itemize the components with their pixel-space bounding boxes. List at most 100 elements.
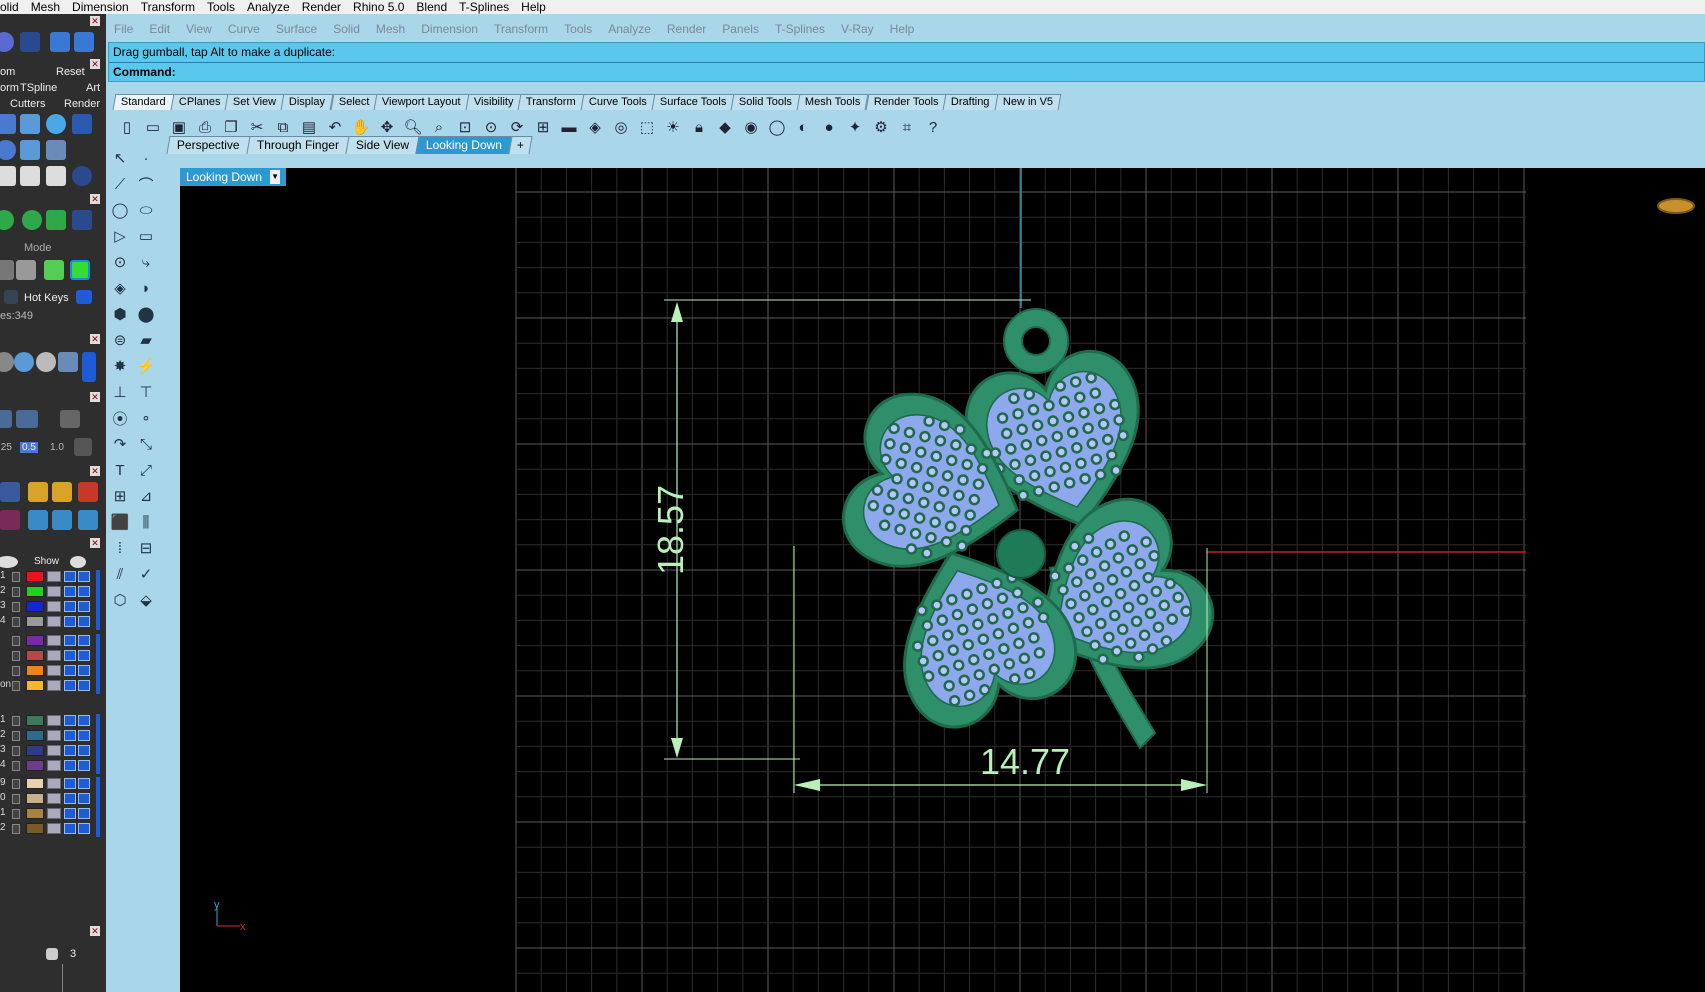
layer-row[interactable]: 2 bbox=[0, 729, 96, 743]
move-icon[interactable]: ✥ bbox=[376, 116, 398, 138]
viewport-tab[interactable]: Side View bbox=[345, 136, 420, 154]
system-menu-item[interactable]: olid bbox=[0, 0, 25, 14]
fillet-icon[interactable]: ⤷ bbox=[134, 250, 158, 274]
expand-arrow-icon[interactable] bbox=[12, 651, 20, 661]
tool-icon[interactable] bbox=[20, 140, 40, 160]
app-menu-item[interactable]: Help bbox=[882, 22, 923, 36]
polyline-icon[interactable]: ⟋ bbox=[108, 172, 132, 196]
curve-icon[interactable]: ⌒ bbox=[134, 172, 158, 196]
layer-print-button[interactable] bbox=[78, 808, 90, 819]
scrollbar[interactable] bbox=[96, 570, 100, 630]
group-icon[interactable]: ⦿ bbox=[108, 406, 132, 430]
zoom-selected-icon[interactable]: ⊙ bbox=[480, 116, 502, 138]
material-icon[interactable]: ⬙ bbox=[134, 588, 158, 612]
app-menu-item[interactable]: Curve bbox=[220, 22, 268, 36]
copy-icon[interactable]: ⧉ bbox=[272, 116, 294, 138]
system-menu-item[interactable]: Rhino 5.0 bbox=[347, 0, 410, 14]
command-input[interactable]: Command: bbox=[109, 62, 1704, 81]
layer-color-swatch[interactable] bbox=[26, 715, 44, 726]
tool-icon[interactable] bbox=[72, 114, 92, 134]
close-icon[interactable]: ✕ bbox=[90, 334, 100, 344]
layer-row[interactable]: 4 bbox=[0, 759, 96, 773]
tool-icon[interactable] bbox=[28, 482, 48, 502]
layer-color-swatch[interactable] bbox=[26, 730, 44, 741]
app-menu-item[interactable]: Solid bbox=[325, 22, 368, 36]
layer-visibility-button[interactable] bbox=[64, 680, 76, 691]
lock-icon[interactable] bbox=[47, 601, 61, 612]
app-menu-item[interactable]: Mesh bbox=[368, 22, 413, 36]
material-icon[interactable] bbox=[14, 352, 34, 372]
layer-print-button[interactable] bbox=[78, 665, 90, 676]
toolbar-tab[interactable]: Solid Tools bbox=[730, 94, 801, 110]
play-icon[interactable] bbox=[46, 948, 58, 960]
mesh-icon[interactable]: ▰ bbox=[134, 328, 158, 352]
cube-icon[interactable] bbox=[16, 260, 36, 280]
shaded-sphere-icon[interactable]: ◐ bbox=[792, 116, 814, 138]
light-bulb-icon[interactable]: ☀ bbox=[662, 116, 684, 138]
layer-print-button[interactable] bbox=[78, 616, 90, 627]
layer-row[interactable]: on bbox=[0, 679, 96, 693]
toggle-icon[interactable] bbox=[76, 290, 92, 304]
lock-icon[interactable]: 🔒︎ bbox=[688, 116, 710, 138]
cut-icon[interactable]: ✂ bbox=[246, 116, 268, 138]
scroll-icon[interactable] bbox=[82, 352, 96, 382]
close-icon[interactable]: ✕ bbox=[90, 466, 100, 476]
toolbar-tab[interactable]: Select bbox=[330, 94, 378, 110]
toolbar-tab[interactable]: Visibility bbox=[465, 94, 522, 110]
scale-quarter[interactable]: .25 bbox=[0, 442, 12, 453]
toolbar-tab[interactable]: Render Tools bbox=[865, 94, 947, 110]
layer-visibility-button[interactable] bbox=[64, 823, 76, 834]
tool-icon[interactable] bbox=[46, 166, 66, 186]
layer-visibility-button[interactable] bbox=[64, 715, 76, 726]
layer-row[interactable]: 0 bbox=[0, 792, 96, 806]
layer-row[interactable]: 1 bbox=[0, 807, 96, 821]
layer-print-button[interactable] bbox=[78, 650, 90, 661]
render-tab[interactable]: Render bbox=[64, 98, 100, 110]
system-menu-item[interactable]: Tools bbox=[201, 0, 241, 14]
app-menu-item[interactable]: Tools bbox=[556, 22, 600, 36]
system-menu-item[interactable]: Transform bbox=[135, 0, 201, 14]
array-icon[interactable]: ⊞ bbox=[108, 484, 132, 508]
solid-box-icon[interactable]: ⬛ bbox=[108, 510, 132, 534]
system-menu-item[interactable]: Analyze bbox=[241, 0, 296, 14]
viewport-canvas[interactable]: 18.57 14.77 y x bbox=[180, 168, 1705, 992]
toolbar-tab[interactable]: Standard bbox=[112, 94, 175, 110]
dimension-icon[interactable]: ⊟ bbox=[134, 536, 158, 560]
tool-icon[interactable] bbox=[20, 114, 40, 134]
tool-icon[interactable] bbox=[0, 482, 20, 502]
layer-color-swatch[interactable] bbox=[26, 650, 44, 661]
hotkeys-label[interactable]: Hot Keys bbox=[24, 292, 69, 304]
layer-icon[interactable]: ◆ bbox=[714, 116, 736, 138]
lock-icon[interactable] bbox=[47, 650, 61, 661]
layer-row[interactable] bbox=[0, 664, 96, 678]
boolean-icon[interactable]: ⬤ bbox=[134, 302, 158, 326]
layer-print-button[interactable] bbox=[78, 823, 90, 834]
expand-arrow-icon[interactable] bbox=[12, 794, 20, 804]
render-icon[interactable]: ⬡ bbox=[108, 588, 132, 612]
four-view-icon[interactable]: ⊞ bbox=[532, 116, 554, 138]
viewport-title[interactable]: Looking Down ▼ bbox=[180, 168, 287, 186]
material-icon[interactable] bbox=[0, 352, 14, 372]
expand-arrow-icon[interactable] bbox=[12, 809, 20, 819]
close-icon[interactable]: ✕ bbox=[90, 194, 100, 204]
toolbar-tab[interactable]: Curve Tools bbox=[580, 94, 656, 110]
toolbar-tab[interactable]: Transform bbox=[517, 94, 585, 110]
layer-color-swatch[interactable] bbox=[26, 778, 44, 789]
ellipse-icon[interactable]: ⬭ bbox=[134, 198, 158, 222]
layer-color-swatch[interactable] bbox=[26, 760, 44, 771]
expand-arrow-icon[interactable] bbox=[12, 824, 20, 834]
arc-icon[interactable]: ⊙ bbox=[108, 250, 132, 274]
lock-icon[interactable] bbox=[47, 730, 61, 741]
system-menu-item[interactable]: Help bbox=[515, 0, 552, 14]
box-icon[interactable]: ⬢ bbox=[108, 302, 132, 326]
save-icon[interactable]: ▣ bbox=[168, 116, 190, 138]
app-menu-item[interactable]: V-Ray bbox=[833, 22, 882, 36]
scale-icon[interactable]: ⤡ bbox=[134, 432, 158, 456]
app-menu-item[interactable]: Dimension bbox=[413, 22, 486, 36]
trim-icon[interactable]: ⊥ bbox=[108, 380, 132, 404]
layer-row[interactable]: 3 bbox=[0, 600, 96, 614]
lock-icon[interactable] bbox=[47, 760, 61, 771]
color-wheel-icon[interactable]: ◉ bbox=[740, 116, 762, 138]
layer-row[interactable]: 2 bbox=[0, 822, 96, 836]
gear-icon[interactable] bbox=[0, 140, 16, 160]
